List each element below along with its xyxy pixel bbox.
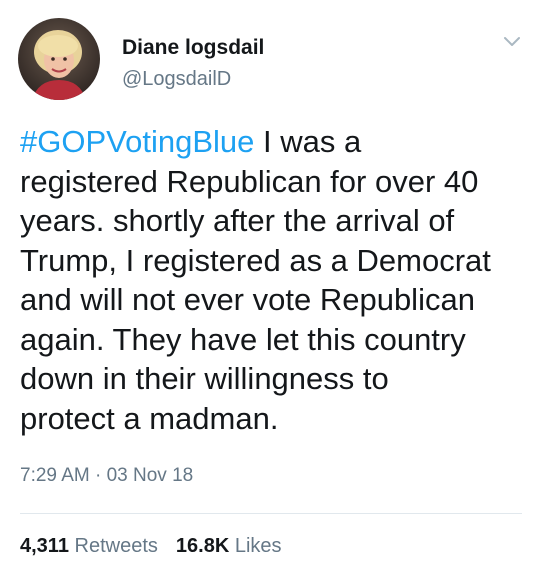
tweet-timestamp[interactable]: 7:29 AM · 03 Nov 18 bbox=[20, 465, 193, 487]
chevron-down-icon[interactable] bbox=[500, 30, 524, 54]
tweet-card: Diane logsdail @LogsdailD #GOPVotingBlue… bbox=[0, 0, 540, 570]
retweets-stat[interactable]: 4,311 Retweets bbox=[20, 535, 158, 557]
likes-count: 16.8K bbox=[175, 535, 230, 557]
likes-stat[interactable]: 16.8K Likes bbox=[176, 535, 282, 557]
likes-label: Likes bbox=[234, 535, 282, 557]
tweet-line: again. They have let this country bbox=[20, 321, 466, 357]
tweet-text: #GOPVotingBlue I was a registered Republ… bbox=[20, 122, 530, 438]
tweet-text-segment: I was a bbox=[254, 124, 362, 159]
tweet-line: years. shortly after the arrival of bbox=[20, 203, 455, 238]
retweets-label: Retweets bbox=[74, 535, 158, 557]
tweet-line: Trump, I registered as a Democrat bbox=[20, 242, 491, 278]
tweet-line: protect a madman. bbox=[20, 400, 279, 436]
tweet-stats: 4,311 Retweets 16.8K Likes bbox=[20, 535, 282, 558]
avatar[interactable] bbox=[18, 18, 100, 100]
divider bbox=[20, 513, 522, 514]
author-name[interactable]: Diane logsdail bbox=[122, 36, 264, 60]
author-handle[interactable]: @LogsdailD bbox=[122, 68, 231, 91]
tweet-line: #GOPVotingBlue I was a bbox=[20, 122, 530, 162]
tweet-line: down in their willingness to bbox=[20, 361, 389, 396]
retweets-count: 4,311 bbox=[20, 535, 69, 557]
hashtag-link[interactable]: #GOPVotingBlue bbox=[20, 124, 254, 159]
tweet-line: registered Republican for over 40 bbox=[20, 163, 479, 199]
tweet-line: and will not ever vote Republican bbox=[20, 282, 475, 317]
